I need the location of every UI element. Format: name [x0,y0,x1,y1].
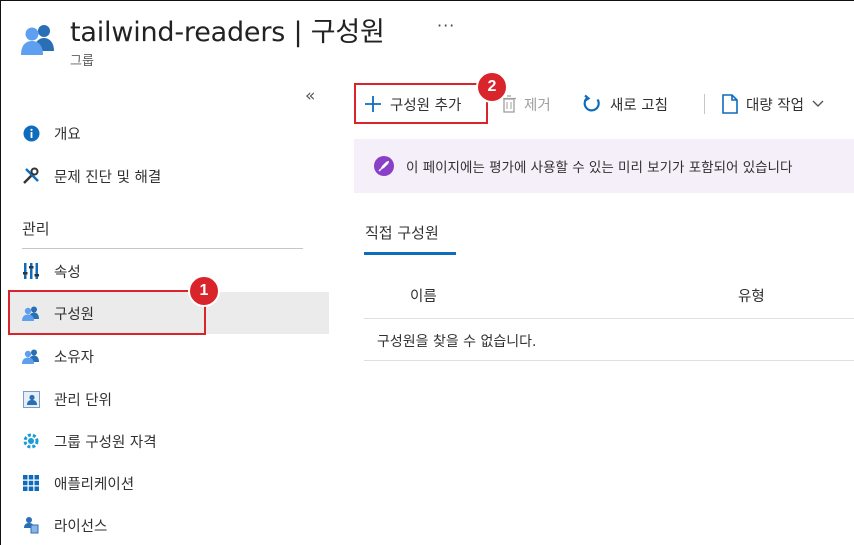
refresh-label: 새로 고침 [610,97,668,114]
remove-button[interactable]: 제거 [502,90,551,118]
sidebar-item-label: 그룹 구성원 자격 [54,434,157,451]
active-tab-indicator [364,252,456,255]
sidebar-item-label: 속성 [54,264,81,281]
column-header-type[interactable]: 유형 [738,285,765,306]
sidebar-item-owners[interactable]: 소유자 [8,335,329,377]
refresh-button[interactable]: 새로 고침 [582,90,668,118]
properties-icon [22,262,40,280]
sidebar-item-licenses[interactable]: 라이선스 [8,504,329,545]
callout-badge: 2 [476,71,508,103]
sidebar-item-applications[interactable]: 애플리케이션 [8,462,329,504]
callout-box-add-members [354,83,488,124]
owners-icon [22,347,40,365]
sidebar-item-label: 소유자 [54,349,95,366]
bulk-operations-label: 대량 작업 [746,97,804,114]
section-divider [22,248,303,249]
group-icon [18,20,58,60]
column-header-name[interactable]: 이름 [410,285,437,306]
tab-direct-members[interactable]: 직접 구성원 [365,222,439,243]
applications-icon [22,474,40,492]
sidebar-item-label: 라이선스 [54,518,108,535]
sidebar-item-label: 개요 [54,126,81,143]
sidebar-item-label: 관리 단위 [54,392,112,409]
callout-box-members [8,290,206,335]
collapse-sidebar-button[interactable]: « [305,86,315,106]
admin-units-icon [22,390,40,408]
sidebar-item-admin-units[interactable]: 관리 단위 [8,378,329,420]
sidebar-item-properties[interactable]: 속성 [8,250,329,292]
sidebar-item-troubleshoot[interactable]: 문제 진단 및 해결 [8,155,329,197]
sidebar-item-label: 문제 진단 및 해결 [54,169,162,186]
sidebar-item-label: 애플리케이션 [54,476,135,493]
section-heading-manage: 관리 [22,220,50,238]
trash-icon [502,95,516,113]
page-title: tailwind-readers | 구성원 [70,17,385,48]
sidebar-item-overview[interactable]: 개요 [8,112,329,154]
sidebar-item-group-membership[interactable]: 그룹 구성원 자격 [8,420,329,462]
table-header-divider [364,318,854,319]
table-row-divider [364,360,854,361]
licenses-icon [22,516,40,534]
preview-banner-text: 이 페이지에는 평가에 사용할 수 있는 미리 보기가 포함되어 있습니다 [406,160,793,176]
toolbar-divider [704,94,705,114]
rocket-icon [374,156,394,176]
chevron-down-icon [812,100,824,108]
refresh-icon [582,94,602,114]
document-icon [722,94,738,114]
more-options-button[interactable]: ··· [437,16,455,35]
callout-badge: 1 [188,275,220,307]
empty-table-message: 구성원을 찾을 수 없습니다. [377,334,537,350]
bulk-operations-button[interactable]: 대량 작업 [722,90,824,118]
remove-label: 제거 [524,97,551,114]
group-membership-icon [22,432,40,450]
wrench-icon [22,167,40,185]
preview-banner: 이 페이지에는 평가에 사용할 수 있는 미리 보기가 포함되어 있습니다 [354,139,854,193]
page-subtitle: 그룹 [70,54,94,69]
info-icon [22,124,40,142]
